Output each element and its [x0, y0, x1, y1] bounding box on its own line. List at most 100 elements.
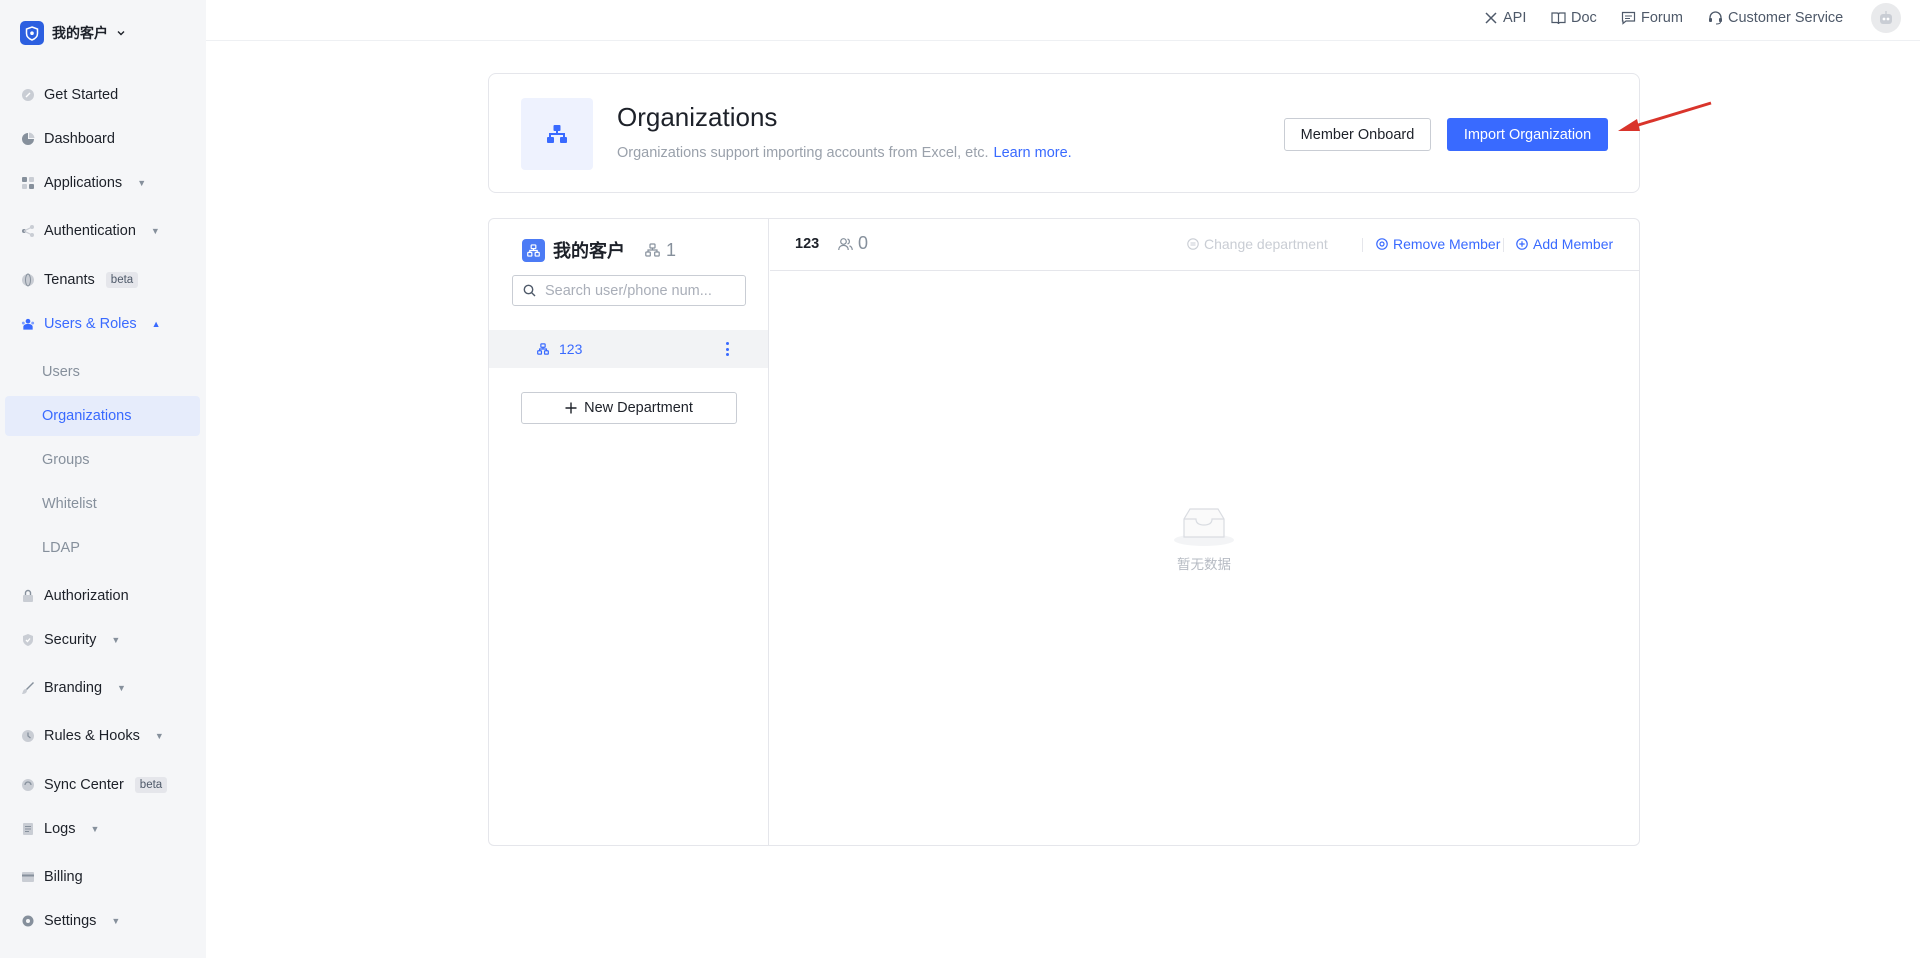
apps-icon [21, 176, 35, 190]
caret-down-icon: ▼ [150, 226, 160, 236]
doc-link[interactable]: Doc [1551, 9, 1597, 27]
subnav-organizations[interactable]: Organizations [5, 396, 200, 436]
page-title: Organizations [617, 102, 778, 132]
plus-icon [565, 402, 577, 414]
nav-sync-center[interactable]: Sync Center beta [5, 766, 200, 804]
nav-label: Security [44, 632, 97, 648]
customer-service-link[interactable]: Customer Service [1708, 9, 1843, 27]
selected-department-name: 123 [795, 236, 820, 252]
tools-icon [1485, 12, 1497, 24]
nav-settings[interactable]: Settings ▼ [5, 902, 200, 940]
caret-down-icon: ▼ [90, 824, 100, 834]
nav-logs[interactable]: Logs ▼ [5, 810, 200, 848]
description-text: Organizations support importing accounts… [617, 145, 989, 161]
nav-rules-hooks[interactable]: Rules & Hooks ▼ [5, 717, 200, 755]
org-switcher[interactable]: 我的客户 [20, 21, 126, 45]
org-header: 我的客户 1 [522, 237, 676, 263]
department-count-value: 1 [666, 239, 677, 260]
caret-down-icon: ▼ [137, 178, 147, 188]
caret-down-icon: ▼ [154, 731, 164, 741]
nav-tenants[interactable]: Tenants beta [5, 261, 200, 299]
nav-authentication[interactable]: Authentication ▼ [5, 212, 200, 250]
new-department-button[interactable]: New Department [521, 392, 737, 424]
nav-label: Get Started [44, 87, 119, 103]
learn-more-link[interactable]: Learn more. [994, 145, 1072, 161]
empty-inbox-icon [1174, 508, 1234, 546]
new-department-label: New Department [584, 400, 693, 416]
subnav-ldap[interactable]: LDAP [5, 528, 200, 568]
nav-label: Branding [44, 680, 103, 696]
caret-down-icon: ▼ [111, 635, 121, 645]
members-icon [838, 237, 853, 250]
nav-users-roles[interactable]: Users & Roles ▲ [5, 305, 200, 343]
subnav-groups[interactable]: Groups [5, 440, 200, 480]
add-member-button[interactable]: Add Member [1516, 236, 1613, 252]
department-row[interactable]: 123 [489, 330, 768, 368]
more-options-icon[interactable] [724, 342, 730, 356]
caret-down-icon: ▼ [111, 916, 121, 926]
forum-link[interactable]: Forum [1621, 9, 1683, 27]
nav-label: Billing [44, 869, 83, 885]
nav-label: Users & Roles [44, 316, 137, 332]
org-header-icon-box [521, 98, 593, 170]
caret-down-icon: ▼ [117, 683, 126, 693]
org-tree-icon [645, 243, 660, 257]
add-circle-icon [1516, 238, 1528, 250]
doc-label: Doc [1571, 10, 1597, 26]
department-toolbar: 123 0 Change department Remove Member Ad… [770, 219, 1639, 271]
nav-dashboard[interactable]: Dashboard [5, 120, 200, 158]
caret-up-icon: ▲ [151, 319, 161, 329]
share-icon [21, 224, 35, 238]
nav-label: Authorization [44, 588, 129, 604]
annotation-arrow [1618, 101, 1712, 131]
subnav-label: Users [42, 364, 80, 380]
billing-icon [21, 870, 35, 884]
hook-icon [21, 729, 35, 743]
nav-label: Logs [44, 821, 76, 837]
users-icon [21, 317, 35, 331]
org-tree-icon [547, 125, 567, 143]
change-department-button[interactable]: Change department [1187, 236, 1328, 252]
subnav-label: Groups [42, 452, 90, 468]
subnav-users[interactable]: Users [5, 352, 200, 392]
nav-label: Dashboard [44, 131, 115, 147]
globe-icon [21, 273, 35, 287]
forum-label: Forum [1641, 10, 1683, 26]
department-icon [537, 343, 549, 355]
change-department-label: Change department [1204, 236, 1328, 252]
nav-billing[interactable]: Billing [5, 858, 200, 896]
search-input[interactable] [543, 281, 733, 300]
customer-service-label: Customer Service [1728, 10, 1844, 26]
nav-authorization[interactable]: Authorization [5, 577, 200, 615]
add-member-label: Add Member [1533, 236, 1614, 252]
subnav-whitelist[interactable]: Whitelist [5, 484, 200, 524]
api-link[interactable]: API [1484, 9, 1526, 27]
import-organization-button[interactable]: Import Organization [1447, 118, 1608, 151]
member-count: 0 [838, 233, 868, 254]
member-search-field[interactable] [512, 275, 746, 306]
nav-branding[interactable]: Branding ▼ [5, 669, 200, 707]
api-label: API [1503, 10, 1527, 26]
search-icon [523, 284, 536, 297]
nav-label: Settings [44, 913, 97, 929]
shield-icon [21, 633, 35, 647]
chevron-down-icon [117, 31, 125, 36]
rocket-icon [21, 88, 35, 102]
user-avatar[interactable] [1871, 3, 1901, 33]
pie-chart-icon [21, 132, 35, 146]
member-count-value: 0 [858, 233, 869, 253]
nav-get-started[interactable]: Get Started [5, 76, 200, 114]
toolbar-divider [1362, 238, 1363, 252]
department-count: 1 [645, 240, 676, 261]
brand-name: 我的客户 [52, 25, 108, 41]
nav-applications[interactable]: Applications ▼ [5, 164, 200, 202]
member-onboard-button[interactable]: Member Onboard [1284, 118, 1431, 151]
nav-label: Tenants [44, 272, 95, 288]
nav-label: Authentication [44, 223, 136, 239]
org-logo-icon [522, 238, 545, 262]
department-name: 123 [559, 341, 583, 357]
brand-shield-icon [20, 21, 44, 45]
nav-security[interactable]: Security ▼ [5, 621, 200, 659]
remove-member-button[interactable]: Remove Member [1376, 236, 1500, 252]
robot-avatar-icon [1880, 11, 1892, 24]
